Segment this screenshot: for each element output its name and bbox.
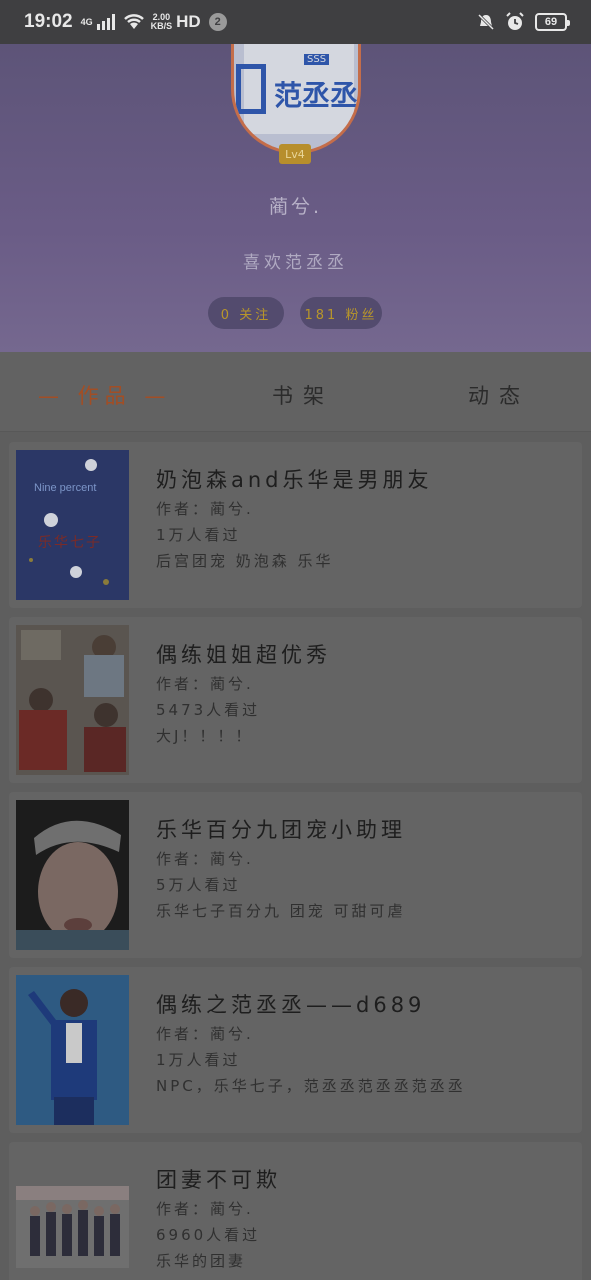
cover-illustration	[16, 800, 129, 950]
alarm-icon	[506, 12, 524, 30]
avatar[interactable]: SSS 范丞丞	[231, 44, 361, 154]
status-bar: 19:02 4G 2.00 KB/S HD 2 69	[0, 0, 591, 44]
work-card[interactable]: 偶练姐姐超优秀 作者：蔺兮. 5473人看过 大J！！！！	[9, 617, 582, 783]
work-card[interactable]: 乐华百分九团宠小助理 作者：蔺兮. 5万人看过 乐华七子百分九 团宠 可甜可虐	[9, 792, 582, 958]
avatar-tag: SSS	[304, 54, 330, 65]
work-author: 作者：蔺兮.	[156, 850, 254, 868]
cover-illustration	[16, 975, 129, 1125]
speed-unit: KB/S	[150, 21, 173, 31]
network-type: 4G	[80, 17, 93, 27]
work-title[interactable]: 偶练之范丞丞——d689	[156, 989, 425, 1019]
profile-header: SSS 范丞丞 Lv4 蔺兮. 喜欢范丞丞 0 关注 181 粉丝	[0, 44, 591, 352]
avatar-text: 范丞丞	[274, 79, 359, 112]
work-cover	[16, 975, 129, 1125]
work-views: 1万人看过	[156, 1051, 241, 1069]
work-author: 作者：蔺兮.	[156, 500, 254, 518]
work-title[interactable]: 奶泡森and乐华是男朋友	[156, 464, 433, 494]
level-badge: Lv4	[279, 144, 311, 164]
work-title[interactable]: 偶练姐姐超优秀	[156, 639, 331, 669]
cover-illustration	[16, 450, 129, 600]
work-cover	[16, 625, 129, 775]
work-author: 作者：蔺兮.	[156, 1200, 254, 1218]
work-cover	[16, 800, 129, 950]
notification-count-badge: 2	[208, 13, 227, 31]
profile-signature: 喜欢范丞丞	[243, 253, 348, 273]
cover-illustration	[16, 625, 129, 775]
work-cover	[16, 1186, 129, 1268]
avatar-graphic	[236, 64, 266, 114]
bell-muted-icon	[477, 13, 495, 31]
wifi-icon	[123, 14, 144, 29]
network-speed: 2.00 KB/S	[151, 13, 173, 31]
status-time: 19:02	[24, 11, 73, 32]
cover-caption: Nine percent	[34, 482, 97, 494]
work-views: 5万人看过	[156, 876, 241, 894]
work-views: 1万人看过	[156, 526, 241, 544]
work-author: 作者：蔺兮.	[156, 1025, 254, 1043]
profile-nickname: 蔺兮.	[268, 196, 323, 218]
hd-indicator: HD	[176, 12, 201, 31]
cover-illustration	[16, 1186, 129, 1268]
work-tags: 乐华的团妻	[156, 1252, 247, 1270]
followers-count-button[interactable]: 181 粉丝	[300, 297, 382, 329]
following-count-button[interactable]: 0 关注	[208, 297, 284, 329]
work-title[interactable]: 团妻不可欺	[156, 1164, 281, 1194]
work-cover: Nine percent 乐华七子	[16, 450, 129, 600]
tab-works[interactable]: — 作品 —	[38, 380, 171, 410]
tab-bookshelf[interactable]: 书架	[272, 380, 334, 410]
battery-indicator: 69	[535, 13, 570, 31]
work-author: 作者：蔺兮.	[156, 675, 254, 693]
work-views: 5473人看过	[156, 701, 261, 719]
work-tags: 乐华七子百分九 团宠 可甜可虐	[156, 902, 406, 920]
signal-icon	[96, 14, 115, 30]
work-card[interactable]: 偶练之范丞丞——d689 作者：蔺兮. 1万人看过 NPC，乐华七子，范丞丞范丞…	[9, 967, 582, 1133]
work-tags: NPC，乐华七子，范丞丞范丞丞范丞丞	[156, 1077, 466, 1095]
work-card[interactable]: 团妻不可欺 作者：蔺兮. 6960人看过 乐华的团妻	[9, 1142, 582, 1280]
work-card[interactable]: Nine percent 乐华七子 奶泡森and乐华是男朋友 作者：蔺兮. 1万…	[9, 442, 582, 608]
work-views: 6960人看过	[156, 1226, 261, 1244]
tab-activity[interactable]: 动态	[468, 380, 530, 410]
work-title[interactable]: 乐华百分九团宠小助理	[156, 814, 406, 844]
work-tags: 后宫团宠 奶泡森 乐华	[156, 552, 334, 570]
profile-tabs: — 作品 — 书架 动态	[0, 352, 591, 432]
work-tags: 大J！！！！	[156, 727, 254, 745]
cover-subtitle: 乐华七子	[38, 535, 102, 551]
